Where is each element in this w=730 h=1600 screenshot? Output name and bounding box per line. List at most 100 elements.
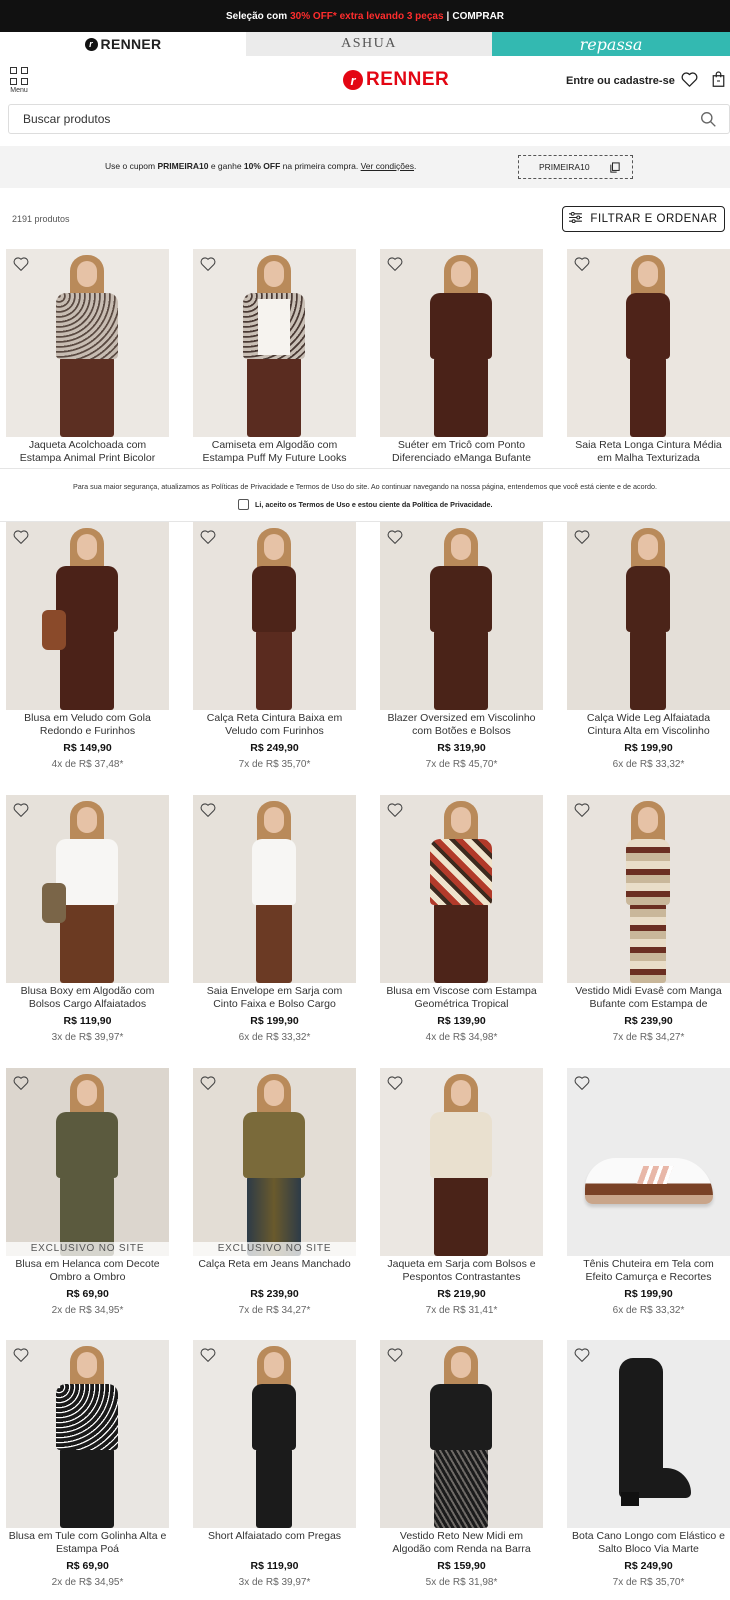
product-name[interactable]: Suéter em Tricô com Ponto Diferenciado e… <box>380 439 543 464</box>
product-card[interactable]: Blusa em Tule com Golinha Alta e Estampa… <box>6 1340 169 1588</box>
product-name[interactable]: Saia Envelope em Sarja com Cinto Faixa e… <box>193 985 356 1010</box>
product-image[interactable] <box>380 795 543 983</box>
favorite-heart-icon[interactable] <box>574 803 590 822</box>
favorite-heart-icon[interactable] <box>200 1076 216 1095</box>
product-name[interactable]: Short Alfaiatado com Pregas <box>193 1530 356 1555</box>
favorite-heart-icon[interactable] <box>387 1076 403 1095</box>
product-image[interactable] <box>6 249 169 437</box>
promo-bar[interactable]: Seleção com 30% OFF* extra levando 3 peç… <box>0 0 730 32</box>
favorite-heart-icon[interactable] <box>574 1076 590 1095</box>
product-card[interactable]: Saia Envelope em Sarja com Cinto Faixa e… <box>193 795 356 1043</box>
product-name[interactable]: Blusa em Helanca com Decote Ombro a Ombr… <box>6 1258 169 1283</box>
product-name[interactable]: Saia Reta Longa Cintura Média em Malha T… <box>567 439 730 464</box>
favorite-heart-icon[interactable] <box>200 803 216 822</box>
product-card[interactable]: Jaqueta Acolchoada com Estampa Animal Pr… <box>6 249 169 464</box>
product-image[interactable] <box>6 1340 169 1528</box>
product-image[interactable]: EXCLUSIVO NO SITE <box>193 1068 356 1256</box>
brand-tab-renner[interactable]: r RENNER <box>0 32 246 56</box>
product-card[interactable]: Saia Reta Longa Cintura Média em Malha T… <box>567 249 730 464</box>
product-card[interactable]: Blazer Oversized em Viscolinho com Botõe… <box>380 522 543 770</box>
favorite-heart-icon[interactable] <box>13 1076 29 1095</box>
bag-icon[interactable] <box>711 71 726 93</box>
product-card[interactable]: Calça Wide Leg Alfaiatada Cintura Alta e… <box>567 522 730 770</box>
filter-sort-button[interactable]: FILTRAR E ORDENAR <box>562 206 725 232</box>
product-image[interactable]: EXCLUSIVO NO SITE <box>6 1068 169 1256</box>
product-name[interactable]: Tênis Chuteira em Tela com Efeito Camurç… <box>567 1258 730 1283</box>
product-image[interactable] <box>380 1068 543 1256</box>
product-image[interactable] <box>6 522 169 710</box>
favorite-heart-icon[interactable] <box>200 530 216 549</box>
product-image[interactable] <box>380 522 543 710</box>
search-input[interactable] <box>23 112 663 126</box>
favorite-heart-icon[interactable] <box>13 803 29 822</box>
product-card[interactable]: Blusa em Veludo com Gola Redondo e Furin… <box>6 522 169 770</box>
promo-cta[interactable]: COMPRAR <box>452 11 504 22</box>
copy-coupon-button[interactable]: PRIMEIRA10 <box>518 155 633 179</box>
product-name[interactable]: Camiseta em Algodão com Estampa Puff My … <box>193 439 356 464</box>
product-image[interactable] <box>380 249 543 437</box>
product-name[interactable]: Jaqueta Acolchoada com Estampa Animal Pr… <box>6 439 169 464</box>
heart-icon[interactable] <box>681 72 698 92</box>
product-image[interactable] <box>567 1068 730 1256</box>
cookie-agree[interactable]: Li, aceito os Termos de Uso e estou cien… <box>238 499 493 510</box>
menu-button[interactable]: Menu <box>9 67 29 94</box>
product-name[interactable]: Calça Reta Cintura Baixa em Veludo com F… <box>193 712 356 737</box>
favorite-heart-icon[interactable] <box>387 803 403 822</box>
favorite-heart-icon[interactable] <box>574 257 590 276</box>
search-icon[interactable] <box>700 111 717 131</box>
favorite-heart-icon[interactable] <box>387 1348 403 1367</box>
favorite-heart-icon[interactable] <box>13 1348 29 1367</box>
product-image[interactable] <box>193 522 356 710</box>
favorite-heart-icon[interactable] <box>574 530 590 549</box>
favorite-heart-icon[interactable] <box>387 257 403 276</box>
model-top <box>252 839 296 905</box>
cookie-checkbox[interactable] <box>238 499 249 510</box>
product-image[interactable] <box>380 1340 543 1528</box>
product-image[interactable] <box>567 249 730 437</box>
product-card[interactable]: EXCLUSIVO NO SITE Blusa em Helanca com De… <box>6 1068 169 1316</box>
product-image[interactable] <box>193 795 356 983</box>
product-card[interactable]: Tênis Chuteira em Tela com Efeito Camurç… <box>567 1068 730 1316</box>
coupon-conditions-link[interactable]: Ver condições <box>361 161 414 171</box>
product-card[interactable]: Jaqueta em Sarja com Bolsos e Pespontos … <box>380 1068 543 1316</box>
product-name[interactable]: Blazer Oversized em Viscolinho com Botõe… <box>380 712 543 737</box>
product-card[interactable]: Short Alfaiatado com Pregas R$ 119,90 3x d… <box>193 1340 356 1588</box>
product-card[interactable]: Blusa em Viscose com Estampa Geométrica … <box>380 795 543 1043</box>
favorite-heart-icon[interactable] <box>387 530 403 549</box>
product-card[interactable]: Bota Cano Longo com Elástico e Salto Blo… <box>567 1340 730 1588</box>
product-card[interactable]: Suéter em Tricô com Ponto Diferenciado e… <box>380 249 543 464</box>
product-image[interactable] <box>6 795 169 983</box>
product-card[interactable]: Camiseta em Algodão com Estampa Puff My … <box>193 249 356 464</box>
product-name[interactable]: Blusa Boxy em Algodão com Bolsos Cargo A… <box>6 985 169 1010</box>
product-image[interactable] <box>567 795 730 983</box>
product-name[interactable]: Blusa em Viscose com Estampa Geométrica … <box>380 985 543 1010</box>
product-name[interactable]: Calça Wide Leg Alfaiatada Cintura Alta e… <box>567 712 730 737</box>
product-name[interactable]: Jaqueta em Sarja com Bolsos e Pespontos … <box>380 1258 543 1283</box>
product-image[interactable] <box>193 249 356 437</box>
favorite-heart-icon[interactable] <box>200 1348 216 1367</box>
product-image[interactable] <box>193 1340 356 1528</box>
product-card[interactable]: Blusa Boxy em Algodão com Bolsos Cargo A… <box>6 795 169 1043</box>
brand-tab-repassa[interactable]: repassa <box>492 32 730 56</box>
renner-logo[interactable]: r RENNER <box>343 69 449 91</box>
product-name[interactable]: Calça Reta em Jeans Manchado <box>193 1258 356 1283</box>
product-image[interactable] <box>567 1340 730 1528</box>
product-card[interactable]: EXCLUSIVO NO SITE Calça Reta em Jeans Man… <box>193 1068 356 1316</box>
model-head <box>77 1352 97 1378</box>
product-card[interactable]: Calça Reta Cintura Baixa em Veludo com F… <box>193 522 356 770</box>
product-name[interactable]: Vestido Midi Evasê com Manga Bufante com… <box>567 985 730 1010</box>
login-link[interactable]: Entre ou cadastre-se <box>566 75 675 87</box>
favorite-heart-icon[interactable] <box>13 530 29 549</box>
favorite-heart-icon[interactable] <box>574 1348 590 1367</box>
brand-tab-ashua[interactable]: ASHUA <box>246 32 492 56</box>
product-card[interactable]: Vestido Reto New Midi em Algodão com Ren… <box>380 1340 543 1588</box>
product-name[interactable]: Bota Cano Longo com Elástico e Salto Blo… <box>567 1530 730 1555</box>
product-name[interactable]: Vestido Reto New Midi em Algodão com Ren… <box>380 1530 543 1555</box>
product-name[interactable]: Blusa em Veludo com Gola Redondo e Furin… <box>6 712 169 737</box>
product-name[interactable]: Blusa em Tule com Golinha Alta e Estampa… <box>6 1530 169 1555</box>
favorite-heart-icon[interactable] <box>200 257 216 276</box>
favorite-heart-icon[interactable] <box>13 257 29 276</box>
product-card[interactable]: Vestido Midi Evasê com Manga Bufante com… <box>567 795 730 1043</box>
product-price: R$ 199,90 <box>624 742 673 754</box>
product-image[interactable] <box>567 522 730 710</box>
